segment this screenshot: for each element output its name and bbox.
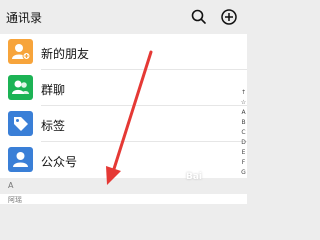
- top-bar: 通讯录: [0, 0, 247, 34]
- official-account-icon: [8, 147, 33, 172]
- section-label: A: [8, 181, 14, 190]
- contact-name: 阿瑶: [8, 196, 22, 204]
- plus-circle-icon[interactable]: [220, 8, 238, 26]
- index-letter[interactable]: ☆: [240, 98, 247, 108]
- row-label: 新的朋友: [41, 47, 90, 61]
- row-new-friends[interactable]: 新的朋友: [0, 34, 247, 70]
- tag-icon: [8, 111, 33, 136]
- section-header: A: [0, 178, 247, 194]
- index-letter[interactable]: C: [240, 128, 247, 138]
- page-title: 通讯录: [6, 11, 43, 25]
- index-letter[interactable]: B: [240, 118, 247, 128]
- alphabet-index[interactable]: ↑ ☆ A B C D E F G H: [240, 88, 247, 188]
- row-group-chats[interactable]: 群聊: [0, 70, 247, 106]
- group-icon: [8, 75, 33, 100]
- search-icon[interactable]: [190, 8, 208, 26]
- index-letter[interactable]: A: [240, 108, 247, 118]
- index-letter[interactable]: G: [240, 168, 247, 178]
- contacts-menu: 新的朋友 群聊 标签 公众号: [0, 34, 247, 178]
- add-friend-icon: [8, 39, 33, 64]
- row-official-accounts[interactable]: 公众号: [0, 142, 247, 178]
- contact-row[interactable]: 阿瑶: [0, 194, 247, 204]
- index-letter[interactable]: F: [240, 158, 247, 168]
- row-tags[interactable]: 标签: [0, 106, 247, 142]
- index-letter[interactable]: D: [240, 138, 247, 148]
- watermark: Bai: [186, 172, 203, 182]
- row-label: 标签: [41, 119, 66, 133]
- index-letter[interactable]: ↑: [240, 88, 247, 98]
- row-label: 群聊: [41, 83, 66, 97]
- row-label: 公众号: [41, 155, 78, 169]
- index-letter[interactable]: E: [240, 148, 247, 158]
